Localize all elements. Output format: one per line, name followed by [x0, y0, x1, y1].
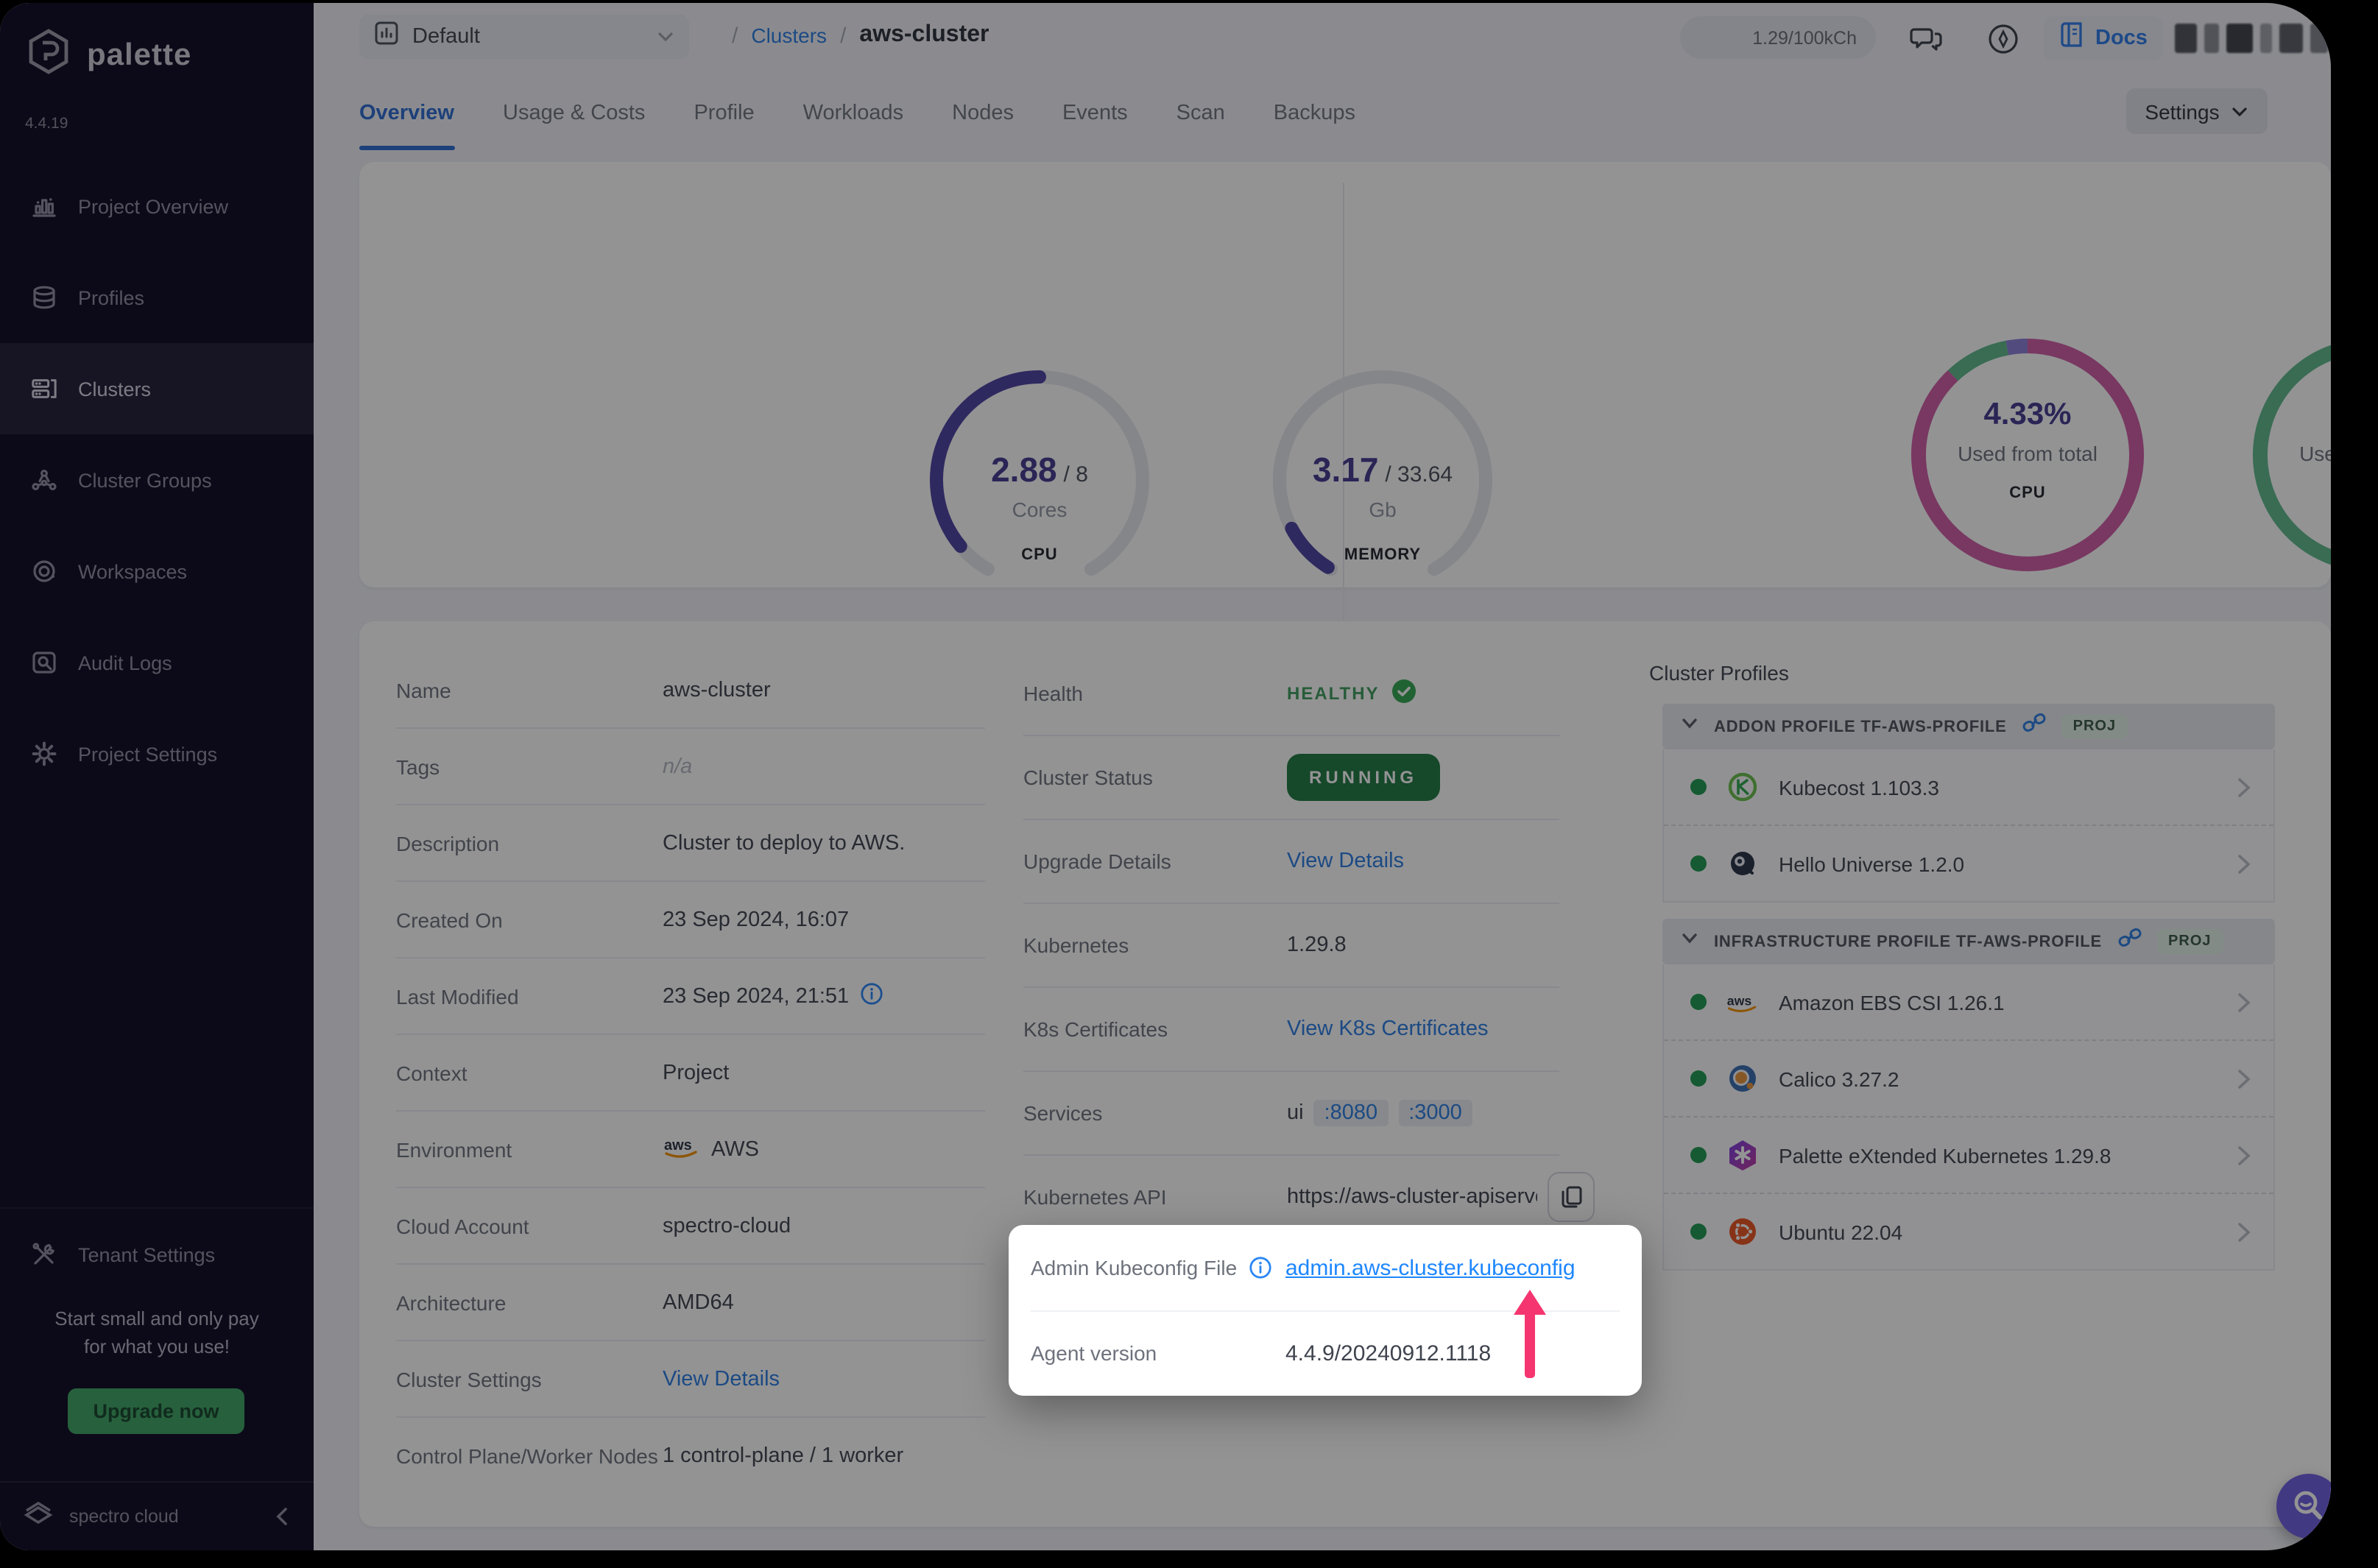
info-icon[interactable] — [1249, 1256, 1272, 1279]
agent-version-label: Agent version — [1031, 1341, 1157, 1365]
agent-version-value: 4.4.9/20240912.1118 — [1285, 1341, 1492, 1366]
page: palette 4.4.19 Project Overview Profiles… — [0, 0, 2378, 1568]
admin-kubeconfig-label: Admin Kubeconfig File — [1031, 1256, 1238, 1279]
pointer-arrow — [1511, 1290, 1549, 1388]
admin-kubeconfig-link[interactable]: admin.aws-cluster.kubeconfig — [1285, 1255, 1576, 1280]
